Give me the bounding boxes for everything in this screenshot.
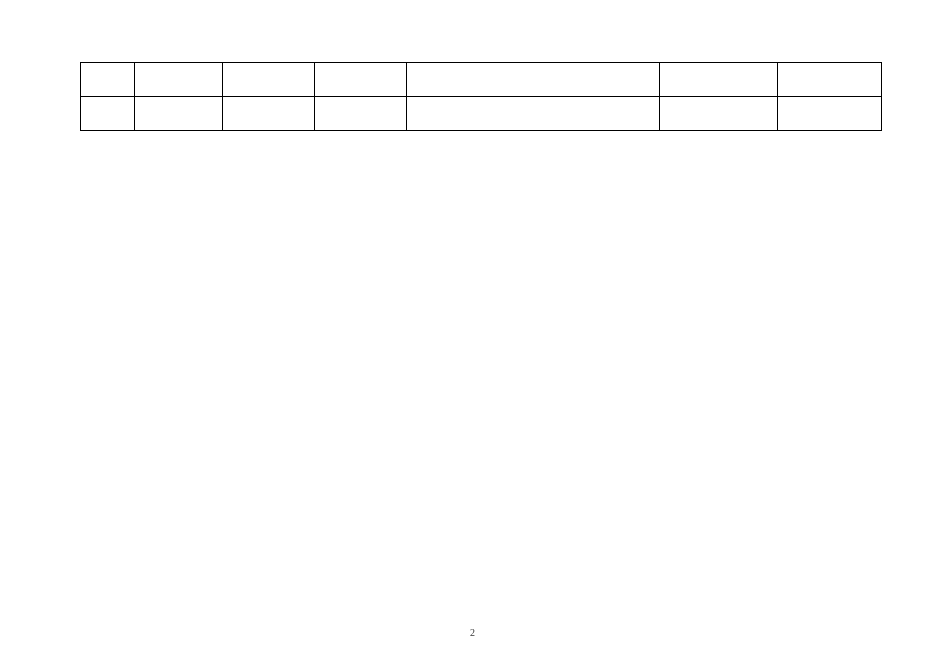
table-cell <box>314 63 406 97</box>
table-cell <box>778 97 882 131</box>
table-container <box>80 62 882 131</box>
table-cell <box>406 63 660 97</box>
table-cell <box>81 63 135 97</box>
table-row <box>81 97 882 131</box>
table-row <box>81 63 882 97</box>
table-cell <box>222 97 314 131</box>
table-cell <box>314 97 406 131</box>
page-number: 2 <box>470 628 475 639</box>
data-table <box>80 62 882 131</box>
table-cell <box>660 97 778 131</box>
table-cell <box>134 97 222 131</box>
table-cell <box>406 97 660 131</box>
table-cell <box>778 63 882 97</box>
table-cell <box>81 97 135 131</box>
table-cell <box>222 63 314 97</box>
table-cell <box>660 63 778 97</box>
table-cell <box>134 63 222 97</box>
